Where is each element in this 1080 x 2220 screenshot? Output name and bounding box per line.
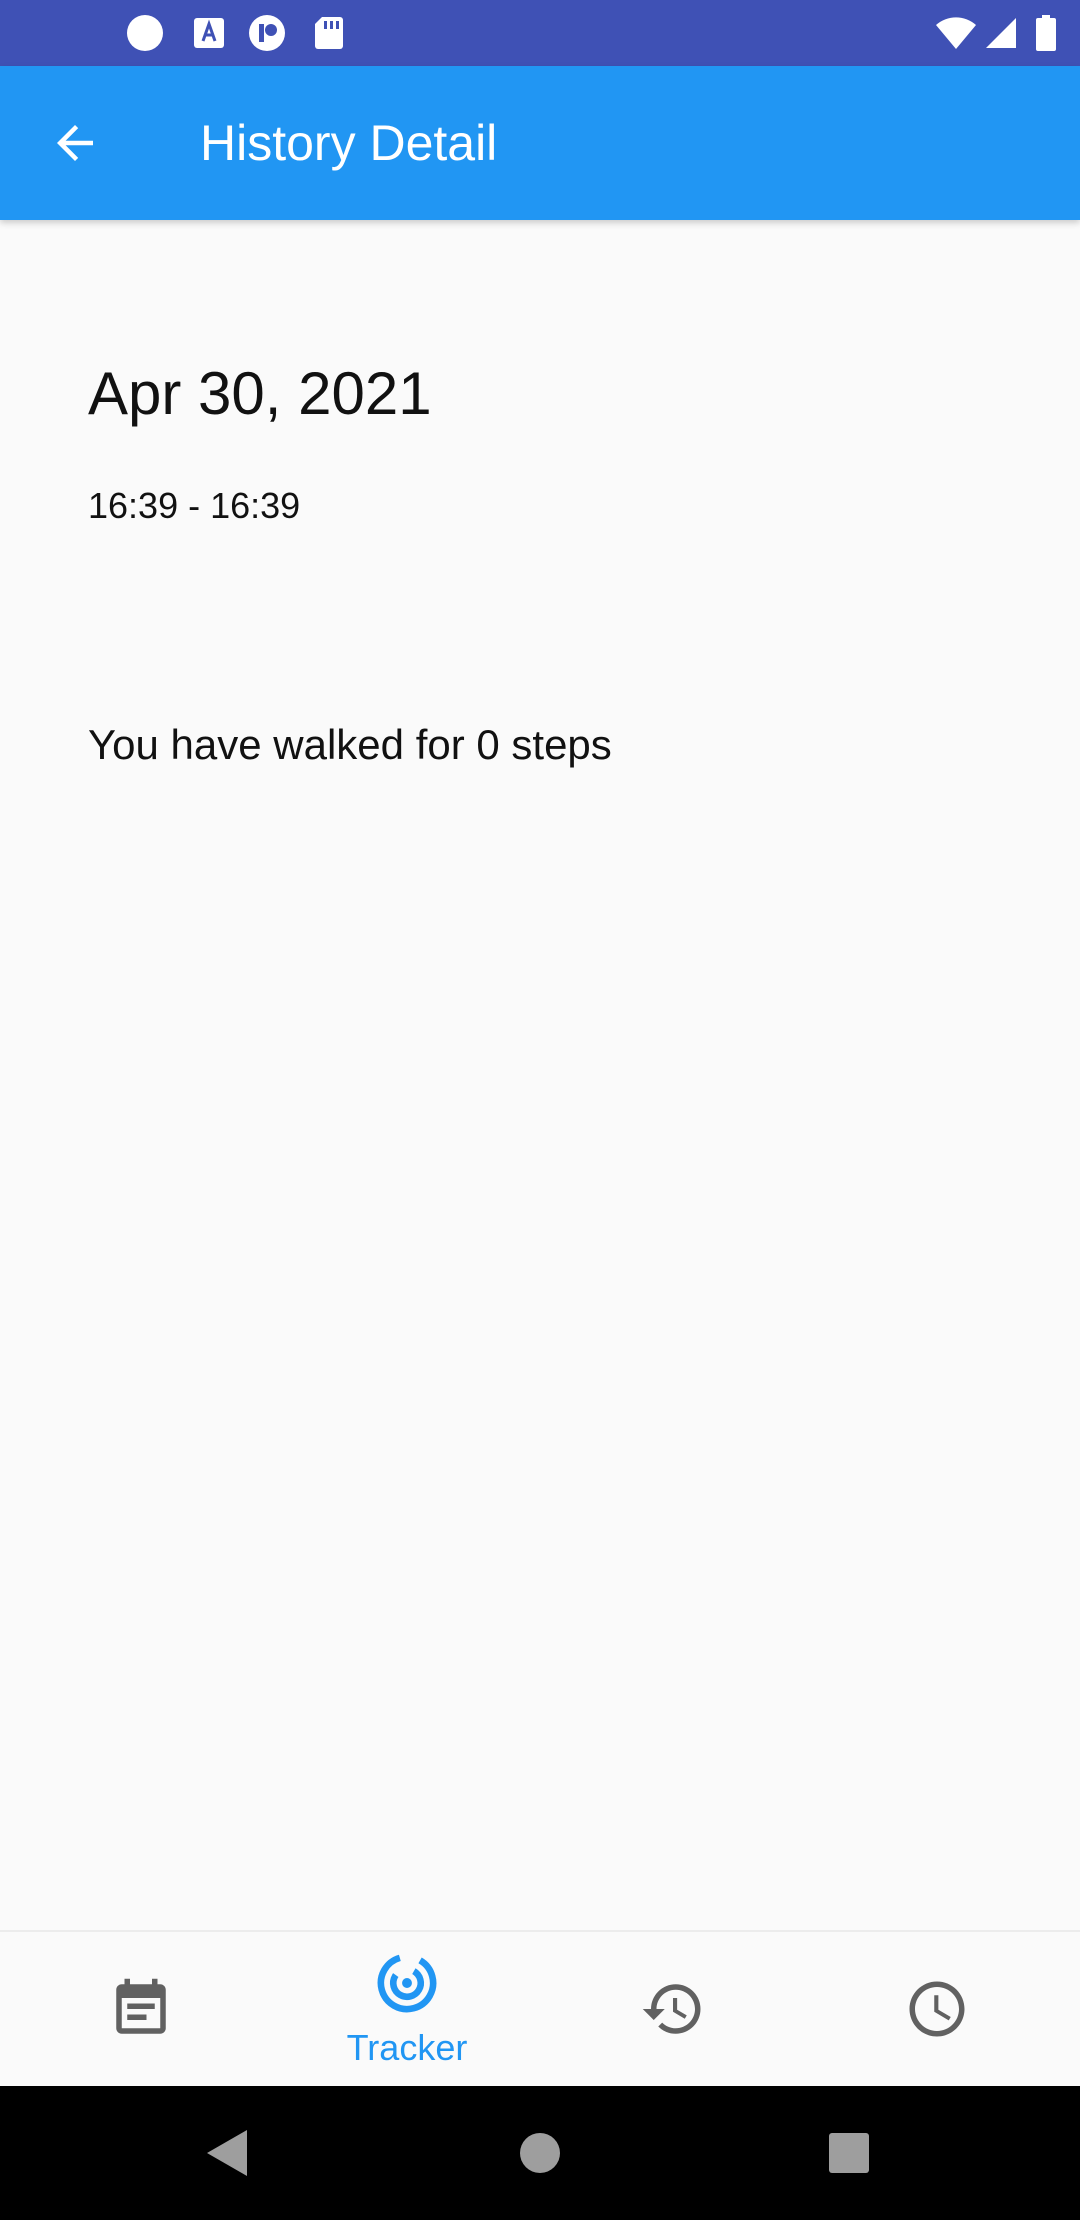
history-time-range: 16:39 - 16:39 <box>88 485 301 526</box>
system-home-button[interactable] <box>503 2116 577 2190</box>
nav-item-tracker[interactable]: Tracker <box>272 1932 542 2088</box>
app-bar: History Detail <box>0 66 1080 220</box>
system-navigation-bar <box>0 2086 1080 2220</box>
history-date: Apr 30, 2021 <box>88 360 432 427</box>
nav-label-tracker: Tracker <box>346 2027 468 2068</box>
nav-item-clock[interactable] <box>802 1932 1072 2088</box>
tracker-radar-icon <box>377 1953 437 2013</box>
page-title: History Detail <box>200 115 498 171</box>
back-button[interactable] <box>34 102 116 184</box>
app-notification-icon <box>249 15 285 51</box>
steps-message: You have walked for 0 steps <box>88 721 612 768</box>
recents-square-icon <box>829 2133 869 2173</box>
battery-icon <box>1036 15 1056 51</box>
signal-icon <box>986 18 1016 48</box>
wifi-icon <box>936 17 976 49</box>
history-detail-screen: History Detail Apr 30, 2021 16:39 - 16:3… <box>0 0 1080 2220</box>
clock-icon <box>909 1981 965 2037</box>
system-back-button[interactable] <box>190 2116 264 2190</box>
system-recents-button[interactable] <box>812 2116 886 2190</box>
bottom-navigation: Tracker <box>0 1930 1080 2088</box>
nav-item-notes[interactable] <box>6 1932 276 2088</box>
nav-item-history[interactable] <box>538 1932 808 2088</box>
circle-notification-icon <box>127 15 163 51</box>
sd-card-icon <box>315 17 343 49</box>
back-triangle-icon <box>207 2130 247 2176</box>
home-circle-icon <box>520 2133 560 2173</box>
arrow-back-icon <box>57 125 93 161</box>
status-bar <box>0 0 1080 66</box>
accessibility-a-icon <box>194 18 224 48</box>
calendar-note-icon <box>116 1978 166 2034</box>
history-icon <box>642 1984 701 2034</box>
